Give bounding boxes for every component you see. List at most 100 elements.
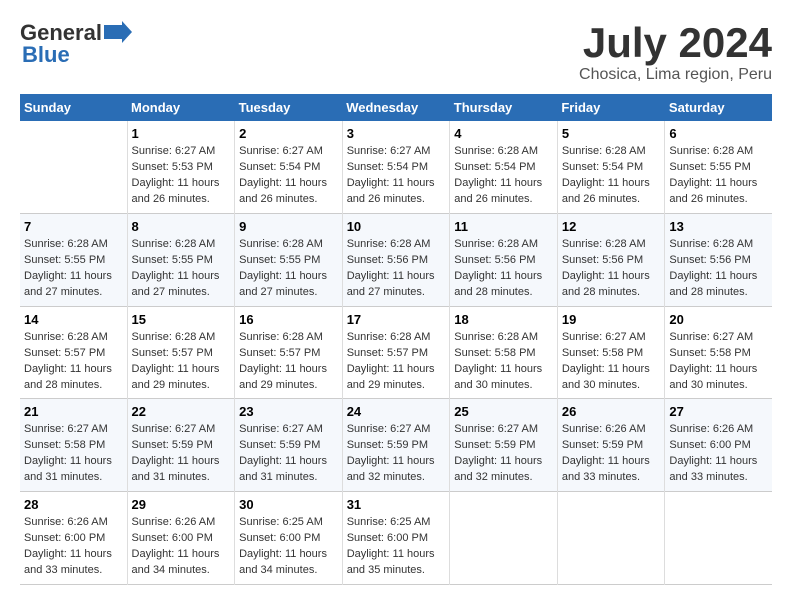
day-info: Sunrise: 6:26 AM Sunset: 6:00 PM Dayligh… xyxy=(669,422,768,486)
page-header: General Blue July 2024 Chosica, Lima reg… xyxy=(20,20,772,84)
day-info: Sunrise: 6:28 AM Sunset: 5:57 PM Dayligh… xyxy=(132,330,231,394)
logo-blue: Blue xyxy=(22,42,70,68)
day-info: Sunrise: 6:27 AM Sunset: 5:54 PM Dayligh… xyxy=(347,144,446,208)
day-header-friday: Friday xyxy=(557,94,665,121)
logo-arrow-icon xyxy=(104,21,132,43)
calendar-week-row: 1 Sunrise: 6:27 AM Sunset: 5:53 PM Daylig… xyxy=(20,121,772,213)
day-number: 6 xyxy=(669,126,768,141)
day-header-sunday: Sunday xyxy=(20,94,127,121)
calendar-week-row: 21Sunrise: 6:27 AM Sunset: 5:58 PM Dayli… xyxy=(20,399,772,492)
day-number: 3 xyxy=(347,126,446,141)
day-number: 16 xyxy=(239,312,338,327)
calendar-week-row: 14 Sunrise: 6:28 AM Sunset: 5:57 PM Dayli… xyxy=(20,306,772,399)
day-info: Sunrise: 6:28 AM Sunset: 5:55 PM Dayligh… xyxy=(239,237,338,301)
day-info: Sunrise: 6:28 AM Sunset: 5:57 PM Dayligh… xyxy=(239,330,338,394)
calendar-cell: 11Sunrise: 6:28 AM Sunset: 5:56 PM Dayli… xyxy=(450,213,558,306)
calendar-week-row: 28 Sunrise: 6:26 AM Sunset: 6:00 PM Dayli… xyxy=(20,492,772,585)
day-number: 7 xyxy=(24,219,123,234)
day-number: 18 xyxy=(454,312,553,327)
calendar-week-row: 7 Sunrise: 6:28 AM Sunset: 5:55 PM Daylig… xyxy=(20,213,772,306)
day-info: Sunrise: 6:28 AM Sunset: 5:55 PM Dayligh… xyxy=(24,237,123,301)
day-info: Sunrise: 6:27 AM Sunset: 5:58 PM Dayligh… xyxy=(669,330,768,394)
day-number: 13 xyxy=(669,219,768,234)
calendar-cell: 9 Sunrise: 6:28 AM Sunset: 5:55 PM Daylig… xyxy=(235,213,343,306)
day-info: Sunrise: 6:28 AM Sunset: 5:55 PM Dayligh… xyxy=(132,237,231,301)
logo: General Blue xyxy=(20,20,132,68)
day-info: Sunrise: 6:28 AM Sunset: 5:57 PM Dayligh… xyxy=(24,330,123,394)
day-number: 22 xyxy=(132,404,231,419)
day-info: Sunrise: 6:25 AM Sunset: 6:00 PM Dayligh… xyxy=(239,515,338,579)
day-number: 9 xyxy=(239,219,338,234)
day-info: Sunrise: 6:28 AM Sunset: 5:58 PM Dayligh… xyxy=(454,330,553,394)
day-info: Sunrise: 6:28 AM Sunset: 5:54 PM Dayligh… xyxy=(562,144,661,208)
day-header-tuesday: Tuesday xyxy=(235,94,343,121)
calendar-cell: 16 Sunrise: 6:28 AM Sunset: 5:57 PM Dayli… xyxy=(235,306,343,399)
day-number: 8 xyxy=(132,219,231,234)
calendar-cell: 12 Sunrise: 6:28 AM Sunset: 5:56 PM Dayli… xyxy=(557,213,665,306)
day-info: Sunrise: 6:28 AM Sunset: 5:54 PM Dayligh… xyxy=(454,144,553,208)
calendar-cell: 26Sunrise: 6:26 AM Sunset: 5:59 PM Dayli… xyxy=(557,399,665,492)
day-info: Sunrise: 6:27 AM Sunset: 5:58 PM Dayligh… xyxy=(562,330,661,394)
day-info: Sunrise: 6:28 AM Sunset: 5:56 PM Dayligh… xyxy=(562,237,661,301)
title-section: July 2024 Chosica, Lima region, Peru xyxy=(579,20,772,84)
calendar-cell: 10Sunrise: 6:28 AM Sunset: 5:56 PM Dayli… xyxy=(342,213,450,306)
day-number: 24 xyxy=(347,404,446,419)
day-number: 17 xyxy=(347,312,446,327)
day-number: 1 xyxy=(132,126,231,141)
calendar-cell: 28 Sunrise: 6:26 AM Sunset: 6:00 PM Dayli… xyxy=(20,492,127,585)
day-number: 28 xyxy=(24,497,123,512)
day-number: 15 xyxy=(132,312,231,327)
day-number: 12 xyxy=(562,219,661,234)
day-info: Sunrise: 6:26 AM Sunset: 6:00 PM Dayligh… xyxy=(24,515,123,579)
day-header-saturday: Saturday xyxy=(665,94,772,121)
calendar-cell xyxy=(557,492,665,585)
calendar-cell: 24 Sunrise: 6:27 AM Sunset: 5:59 PM Dayli… xyxy=(342,399,450,492)
calendar-cell: 6 Sunrise: 6:28 AM Sunset: 5:55 PM Daylig… xyxy=(665,121,772,213)
day-number: 21 xyxy=(24,404,123,419)
calendar-cell: 5 Sunrise: 6:28 AM Sunset: 5:54 PM Daylig… xyxy=(557,121,665,213)
calendar-cell: 30 Sunrise: 6:25 AM Sunset: 6:00 PM Dayli… xyxy=(235,492,343,585)
calendar-cell: 13Sunrise: 6:28 AM Sunset: 5:56 PM Dayli… xyxy=(665,213,772,306)
calendar-table: SundayMondayTuesdayWednesdayThursdayFrid… xyxy=(20,94,772,585)
day-info: Sunrise: 6:27 AM Sunset: 5:59 PM Dayligh… xyxy=(347,422,446,486)
calendar-cell: 1 Sunrise: 6:27 AM Sunset: 5:53 PM Daylig… xyxy=(127,121,235,213)
day-number: 26 xyxy=(562,404,661,419)
calendar-cell: 21Sunrise: 6:27 AM Sunset: 5:58 PM Dayli… xyxy=(20,399,127,492)
calendar-cell: 3 Sunrise: 6:27 AM Sunset: 5:54 PM Daylig… xyxy=(342,121,450,213)
day-number: 27 xyxy=(669,404,768,419)
day-info: Sunrise: 6:28 AM Sunset: 5:55 PM Dayligh… xyxy=(669,144,768,208)
calendar-header-row: SundayMondayTuesdayWednesdayThursdayFrid… xyxy=(20,94,772,121)
day-info: Sunrise: 6:27 AM Sunset: 5:53 PM Dayligh… xyxy=(132,144,231,208)
calendar-cell: 8 Sunrise: 6:28 AM Sunset: 5:55 PM Daylig… xyxy=(127,213,235,306)
page-title: July 2024 xyxy=(579,20,772,66)
calendar-cell: 19Sunrise: 6:27 AM Sunset: 5:58 PM Dayli… xyxy=(557,306,665,399)
calendar-cell: 20Sunrise: 6:27 AM Sunset: 5:58 PM Dayli… xyxy=(665,306,772,399)
day-info: Sunrise: 6:26 AM Sunset: 6:00 PM Dayligh… xyxy=(132,515,231,579)
calendar-cell xyxy=(20,121,127,213)
calendar-cell: 14 Sunrise: 6:28 AM Sunset: 5:57 PM Dayli… xyxy=(20,306,127,399)
calendar-cell: 29 Sunrise: 6:26 AM Sunset: 6:00 PM Dayli… xyxy=(127,492,235,585)
day-info: Sunrise: 6:27 AM Sunset: 5:59 PM Dayligh… xyxy=(239,422,338,486)
calendar-cell: 18 Sunrise: 6:28 AM Sunset: 5:58 PM Dayli… xyxy=(450,306,558,399)
day-number: 2 xyxy=(239,126,338,141)
day-number: 30 xyxy=(239,497,338,512)
day-number: 14 xyxy=(24,312,123,327)
day-info: Sunrise: 6:27 AM Sunset: 5:54 PM Dayligh… xyxy=(239,144,338,208)
calendar-cell: 7 Sunrise: 6:28 AM Sunset: 5:55 PM Daylig… xyxy=(20,213,127,306)
calendar-cell xyxy=(450,492,558,585)
day-info: Sunrise: 6:27 AM Sunset: 5:59 PM Dayligh… xyxy=(454,422,553,486)
day-number: 10 xyxy=(347,219,446,234)
day-number: 11 xyxy=(454,219,553,234)
calendar-cell xyxy=(665,492,772,585)
day-header-thursday: Thursday xyxy=(450,94,558,121)
day-number: 31 xyxy=(347,497,446,512)
day-number: 5 xyxy=(562,126,661,141)
calendar-cell: 22Sunrise: 6:27 AM Sunset: 5:59 PM Dayli… xyxy=(127,399,235,492)
calendar-cell: 15 Sunrise: 6:28 AM Sunset: 5:57 PM Dayli… xyxy=(127,306,235,399)
day-info: Sunrise: 6:25 AM Sunset: 6:00 PM Dayligh… xyxy=(347,515,446,579)
day-number: 29 xyxy=(132,497,231,512)
day-number: 4 xyxy=(454,126,553,141)
calendar-cell: 27 Sunrise: 6:26 AM Sunset: 6:00 PM Dayli… xyxy=(665,399,772,492)
calendar-cell: 4 Sunrise: 6:28 AM Sunset: 5:54 PM Daylig… xyxy=(450,121,558,213)
calendar-cell: 23Sunrise: 6:27 AM Sunset: 5:59 PM Dayli… xyxy=(235,399,343,492)
